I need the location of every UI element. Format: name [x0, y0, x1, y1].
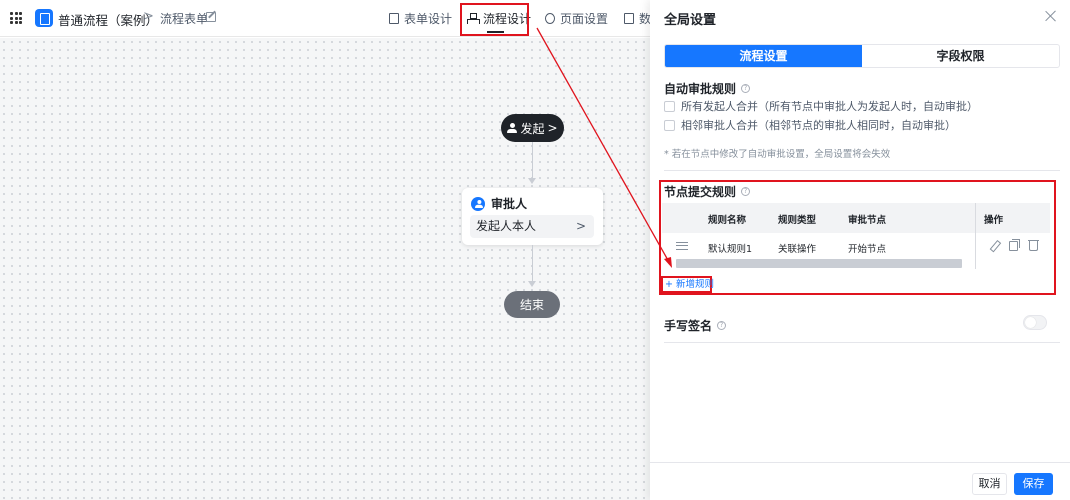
close-icon[interactable]	[1045, 10, 1057, 22]
auto-approve-adjacent-option[interactable]: 相邻审批人合并（相邻节点的审批人相同时，自动审批）	[664, 117, 956, 133]
app-logo-icon	[35, 9, 53, 27]
connector-arrow	[528, 178, 536, 184]
approver-node-title: 审批人	[491, 197, 528, 211]
divider	[664, 170, 1060, 171]
approver-node[interactable]: 审批人 发起人本人 >	[462, 188, 603, 245]
highlight-box-submit-rules	[659, 180, 1056, 295]
divider	[664, 342, 1060, 343]
start-node[interactable]: 发起 >	[501, 114, 564, 142]
auto-approve-initiator-option[interactable]: 所有发起人合并（所有节点中审批人为发起人时，自动审批）	[664, 98, 978, 114]
apps-grid-icon[interactable]	[10, 12, 22, 24]
handwritten-signature-title: 手写签名 ?	[664, 317, 727, 334]
gear-icon	[545, 13, 555, 24]
segment-field-permissions[interactable]: 字段权限	[862, 45, 1059, 67]
table-icon	[624, 13, 634, 24]
connector-line	[532, 245, 533, 281]
end-node[interactable]: 结束	[504, 291, 560, 318]
tab-form-design[interactable]: 表单设计	[389, 10, 452, 27]
footer-divider	[650, 462, 1070, 463]
approver-value-text: 发起人本人	[476, 219, 537, 233]
option-label: 相邻审批人合并（相邻节点的审批人相同时，自动审批）	[681, 119, 956, 132]
option-label: 所有发起人合并（所有节点中审批人为发起人时，自动审批）	[681, 100, 978, 113]
auto-approval-title: 自动审批规则 ?	[664, 80, 751, 97]
section-title-text: 自动审批规则	[664, 82, 737, 96]
approver-node-header: 审批人	[471, 195, 527, 212]
settings-segmented-control: 流程设置 字段权限	[664, 44, 1060, 68]
start-node-label: 发起	[520, 121, 545, 136]
checkbox[interactable]	[664, 119, 675, 131]
auto-approval-hint: * 若在节点中修改了自动审批设置，全局设置将会失效	[664, 149, 891, 160]
tab-label: 页面设置	[560, 12, 609, 26]
signature-toggle[interactable]	[1023, 315, 1047, 330]
flow-canvas[interactable]: 发起 > 审批人 发起人本人 > 结束	[0, 38, 650, 500]
highlight-box-flow-tab	[460, 3, 529, 36]
user-icon	[507, 123, 518, 133]
top-bar: 普通流程（案例） > 流程表单 表单设计 流程设计 页面设置 数	[0, 0, 651, 37]
tab-page-settings[interactable]: 页面设置	[545, 10, 608, 27]
chevron-right-icon: >	[575, 219, 586, 233]
cancel-button[interactable]: 取消	[972, 473, 1007, 495]
end-node-label: 结束	[519, 298, 544, 312]
connector-line	[532, 142, 533, 178]
help-icon[interactable]: ?	[717, 321, 727, 330]
help-icon[interactable]: ?	[741, 84, 751, 93]
document-icon	[389, 13, 399, 24]
segment-flow-settings[interactable]: 流程设置	[665, 45, 862, 67]
tab-label: 表单设计	[404, 12, 453, 26]
checkbox[interactable]	[664, 100, 675, 112]
save-button[interactable]: 保存	[1014, 473, 1053, 495]
connector-arrow	[528, 281, 536, 287]
panel-title: 全局设置	[664, 13, 717, 28]
section-title-text: 手写签名	[664, 319, 713, 333]
approver-node-value[interactable]: 发起人本人 >	[470, 215, 594, 238]
breadcrumb-form[interactable]: 流程表单	[160, 10, 208, 27]
approver-avatar-icon	[471, 196, 485, 211]
tab-data[interactable]: 数	[624, 10, 651, 27]
edit-icon[interactable]	[206, 12, 216, 22]
chevron-right-icon: >	[547, 121, 558, 135]
breadcrumb-chevron-icon: >	[143, 9, 154, 24]
